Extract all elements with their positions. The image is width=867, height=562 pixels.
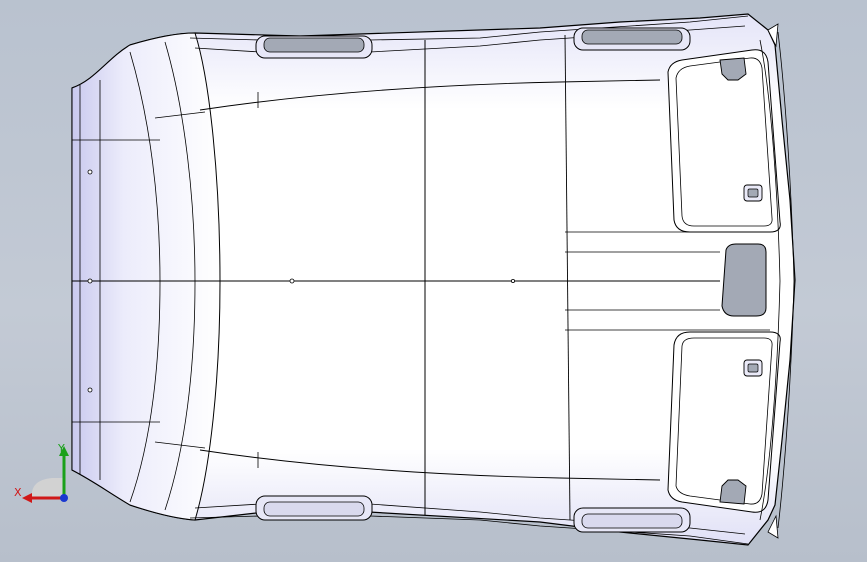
front-right-grab-handle-pad [263, 501, 365, 517]
z-axis-dot-icon [60, 494, 68, 502]
rear-corner-tab [767, 514, 779, 539]
rear-dome-light-cutout[interactable] [721, 243, 767, 317]
y-axis-label: Y [57, 442, 65, 455]
rear-right-grab-handle-pad [581, 513, 683, 529]
headliner-part-model[interactable] [0, 0, 867, 562]
front-left-grab-handle-pad [263, 37, 365, 53]
view-orientation-triad[interactable]: Y X [10, 440, 80, 510]
rear-left-grab-handle-pad [581, 29, 683, 45]
point-marker[interactable] [87, 278, 93, 284]
clip-slot-inner [747, 363, 759, 373]
point-marker[interactable] [87, 387, 93, 393]
triad-base-shadow [31, 478, 64, 498]
point-marker[interactable] [87, 169, 93, 175]
x-axis-label: X [14, 486, 22, 499]
coat-hook-slot[interactable] [719, 479, 747, 505]
graphics-viewport[interactable]: Y X [0, 0, 867, 562]
point-marker[interactable] [289, 278, 295, 284]
clip-slot-inner [747, 188, 759, 198]
point-marker[interactable] [510, 278, 515, 283]
rear-upper-panel-recess[interactable] [667, 49, 781, 233]
